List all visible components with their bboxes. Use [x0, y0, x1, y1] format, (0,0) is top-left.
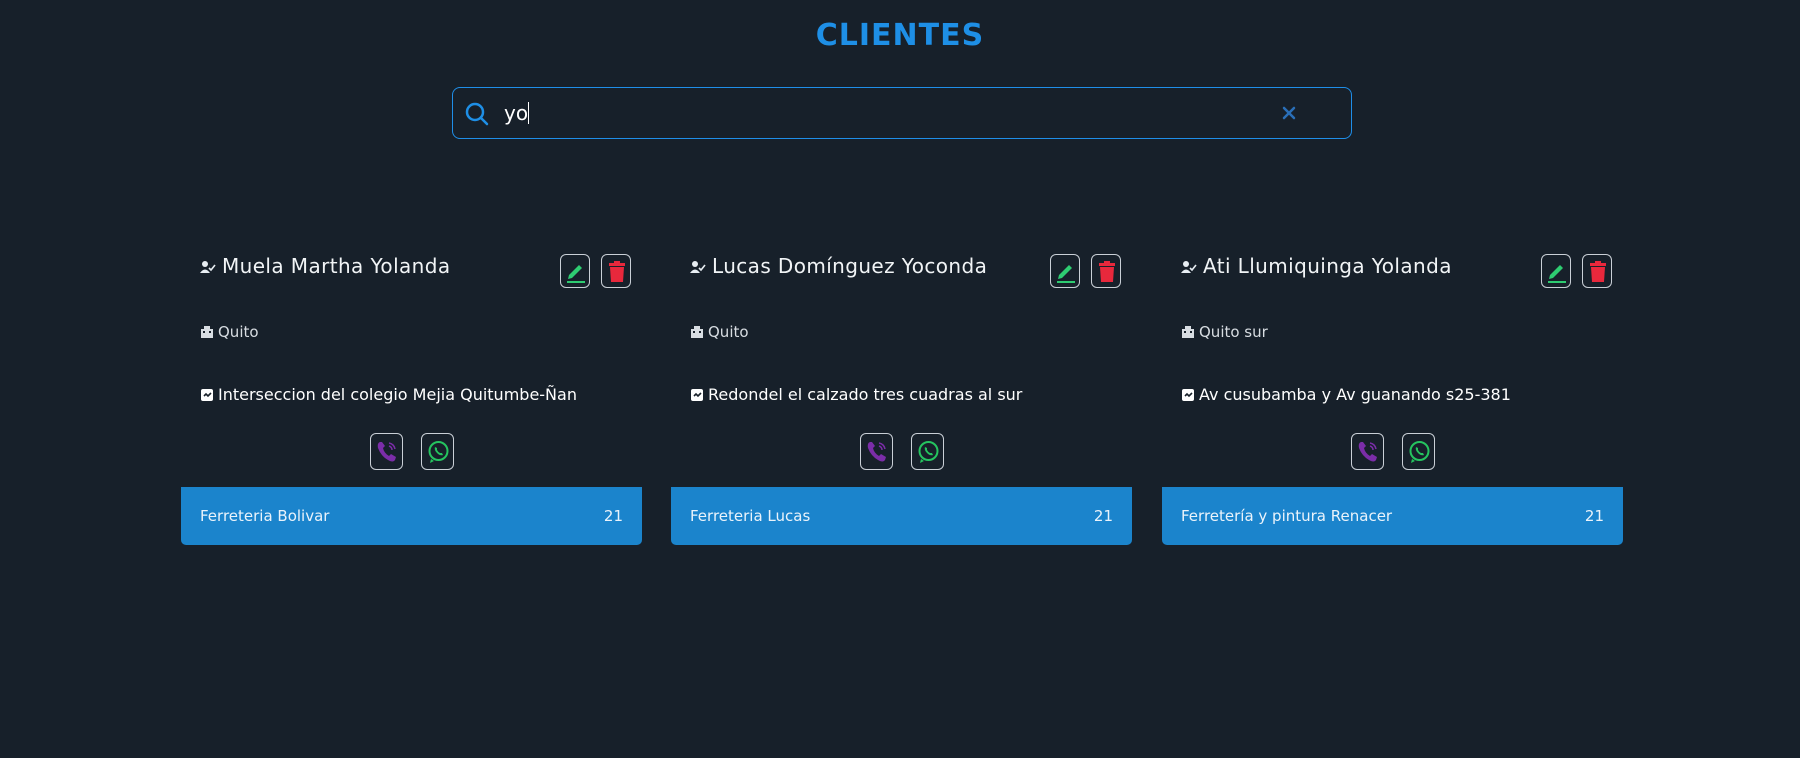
client-name: Ati Llumiquinga Yolanda [1203, 254, 1452, 278]
phone-icon [1358, 442, 1377, 462]
client-name: Muela Martha Yolanda [222, 254, 451, 278]
clear-icon[interactable] [1279, 103, 1299, 123]
address-icon [1182, 389, 1194, 401]
client-city-text: Quito [218, 323, 259, 341]
address-icon [201, 389, 213, 401]
client-city: Quito [200, 323, 259, 341]
client-company: Ferreteria Bolivar [200, 507, 330, 525]
client-company: Ferretería y pintura Renacer [1181, 507, 1393, 525]
address-icon [691, 389, 703, 401]
client-address: Interseccion del colegio Mejia Quitumbe-… [200, 385, 577, 404]
phone-icon [377, 442, 396, 462]
delete-button[interactable] [1091, 254, 1121, 288]
edit-button[interactable] [1541, 254, 1571, 288]
client-card: Lucas Domínguez Yoconda Quito Redondel el … [671, 240, 1132, 545]
call-button[interactable] [1351, 433, 1384, 470]
client-company: Ferreteria Lucas [690, 507, 811, 525]
client-count: 21 [1093, 507, 1113, 525]
user-icon [690, 261, 706, 273]
client-address-text: Av cusubamba y Av guanando s25-381 [1199, 385, 1511, 404]
whatsapp-button[interactable] [421, 433, 454, 470]
call-button[interactable] [860, 433, 893, 470]
page-title: CLIENTES [815, 18, 985, 53]
user-icon [1181, 261, 1197, 273]
phone-icon [867, 442, 886, 462]
building-icon [201, 326, 213, 338]
trash-icon [1590, 261, 1606, 282]
client-name: Lucas Domínguez Yoconda [712, 254, 988, 278]
client-header: Lucas Domínguez Yoconda [690, 248, 1130, 288]
client-city-text: Quito [708, 323, 749, 341]
client-address: Av cusubamba y Av guanando s25-381 [1181, 385, 1511, 404]
client-address-text: Redondel el calzado tres cuadras al sur [708, 385, 1023, 404]
whatsapp-icon [1409, 441, 1430, 463]
building-icon [1182, 326, 1194, 338]
client-address: Redondel el calzado tres cuadras al sur [690, 385, 1022, 404]
whatsapp-icon [918, 441, 939, 463]
edit-button[interactable] [1050, 254, 1080, 288]
trash-icon [1099, 261, 1115, 282]
client-header: Muela Martha Yolanda [200, 248, 640, 288]
client-address-text: Interseccion del colegio Mejia Quitumbe-… [218, 385, 577, 404]
pencil-icon [1548, 265, 1566, 283]
user-icon [200, 261, 216, 273]
whatsapp-button[interactable] [911, 433, 944, 470]
search-bar[interactable]: yo [452, 87, 1352, 139]
search-icon [465, 102, 489, 126]
client-city-text: Quito sur [1199, 323, 1268, 341]
client-company-bar: Ferreteria Lucas 21 [671, 487, 1132, 545]
building-icon [691, 326, 703, 338]
edit-button[interactable] [560, 254, 590, 288]
client-company-bar: Ferreteria Bolivar 21 [181, 487, 642, 545]
client-count: 21 [603, 507, 623, 525]
trash-icon [609, 261, 625, 282]
client-city: Quito sur [1181, 323, 1268, 341]
delete-button[interactable] [1582, 254, 1612, 288]
client-card: Muela Martha Yolanda Quito Interseccion de… [181, 240, 642, 545]
search-input[interactable]: yo [504, 101, 530, 125]
call-button[interactable] [370, 433, 403, 470]
client-company-bar: Ferretería y pintura Renacer 21 [1162, 487, 1623, 545]
whatsapp-button[interactable] [1402, 433, 1435, 470]
client-header: Ati Llumiquinga Yolanda [1181, 248, 1621, 288]
client-count: 21 [1584, 507, 1604, 525]
client-city: Quito [690, 323, 749, 341]
pencil-icon [567, 265, 585, 283]
delete-button[interactable] [601, 254, 631, 288]
whatsapp-icon [428, 441, 449, 463]
pencil-icon [1057, 265, 1075, 283]
client-card: Ati Llumiquinga Yolanda Quito sur Av cusub… [1162, 240, 1623, 545]
